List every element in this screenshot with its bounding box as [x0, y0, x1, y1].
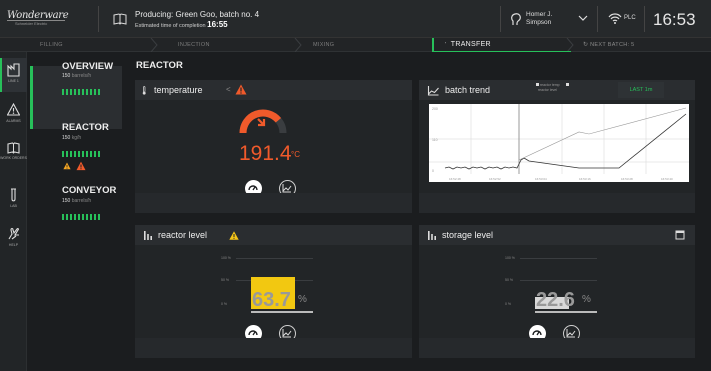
reactor-level-value: 63.7 — [252, 289, 291, 311]
process-steps: FILLING INJECTION MIXING ' TRANSFER ↻ NE… — [0, 38, 711, 52]
book-icon — [7, 142, 20, 154]
trend-legend: reactor temp reactor level — [536, 83, 570, 93]
step-filling[interactable]: FILLING — [40, 38, 63, 52]
line-icon — [7, 63, 20, 77]
trend-arrow-icon: < — [226, 85, 231, 94]
panel-title: batch trend — [445, 85, 491, 95]
trend-chart: 200 110 0 16:52:48 16:52:52 16:53:04 16:… — [429, 104, 689, 182]
divider — [644, 6, 645, 32]
unit-rate: 150 barrels/h — [62, 73, 92, 79]
warning-icon — [63, 162, 71, 170]
storage-level-panel: storage level 100 % 50 % 0 % 22.6 % — [419, 225, 695, 358]
trend-icon — [427, 86, 439, 96]
storage-level-unit: % — [582, 294, 591, 305]
level-tick: 100 % — [221, 256, 231, 260]
level-tick: 50 % — [221, 278, 229, 282]
unit-conveyor[interactable]: CONVEYOR 150 barrels/h — [28, 183, 124, 223]
level-tick: 0 % — [221, 302, 228, 306]
unit-rate: 150 barrels/h — [62, 198, 92, 204]
reactor-level-unit: % — [298, 294, 307, 305]
warning-icon — [229, 231, 239, 240]
sidebar-item-lab[interactable]: LAB — [0, 183, 27, 217]
unit-status-bars — [62, 82, 102, 95]
step-mixing[interactable]: MIXING — [313, 38, 334, 52]
unit-status-bars — [62, 144, 102, 157]
y-tick: 200 — [432, 107, 438, 111]
bar-level-icon — [428, 231, 436, 240]
range-button[interactable]: LAST 1m — [618, 82, 664, 98]
y-tick: 0 — [432, 169, 434, 173]
divider — [597, 6, 598, 32]
hmi-app: Wonderware Schneider Electric Producing:… — [0, 0, 711, 371]
logo: Wonderware Schneider Electric — [7, 10, 69, 27]
eta-time: 16:55 — [207, 20, 228, 29]
x-tick: 16:53:04 — [535, 177, 547, 181]
step-injection[interactable]: INJECTION — [178, 38, 210, 52]
plc-status: PLC — [624, 15, 636, 21]
sidebar-item-line1[interactable]: LINE 1 — [0, 58, 27, 92]
eta-label: Estimated time of completion 16:55 — [135, 20, 228, 29]
panel-title: reactor level — [158, 230, 208, 240]
book-icon[interactable] — [113, 13, 127, 25]
x-tick: 16:53:28 — [621, 177, 633, 181]
temperature-value: 191.4 — [239, 142, 292, 165]
expand-icon[interactable] — [675, 230, 685, 240]
clock: 16:53 — [653, 10, 696, 29]
producing-label: Producing: Green Goo, batch no. 4 — [135, 10, 260, 19]
gauge-arrow-icon — [257, 118, 266, 127]
chevron-right-icon — [150, 38, 158, 52]
testtube-icon — [11, 188, 16, 202]
temperature-unit: °C — [291, 150, 300, 159]
x-tick: 16:53:16 — [579, 177, 591, 181]
x-tick: 16:53:40 — [661, 177, 673, 181]
unit-status-bars — [62, 207, 102, 220]
bar-level-icon — [144, 231, 152, 240]
active-step-marker — [432, 38, 434, 52]
level-tick: 0 % — [505, 302, 512, 306]
thermometer-icon — [142, 86, 146, 95]
sidebar-item-alarms[interactable]: ALARMS — [0, 98, 27, 132]
unit-rate: 150 kg/h — [62, 135, 82, 141]
unit-overview[interactable]: OVERVIEW 150 barrels/h — [28, 58, 124, 98]
alarm-icon — [235, 84, 247, 95]
temperature-gauge — [239, 109, 287, 134]
warning-icon — [7, 103, 20, 116]
wifi-icon — [608, 13, 622, 24]
user-icon[interactable] — [510, 13, 522, 26]
alarm-icon — [76, 161, 86, 171]
unit-reactor[interactable]: REACTOR 150 kg/h — [28, 118, 124, 178]
level-tick: 100 % — [505, 256, 515, 260]
reactor-level-panel: reactor level 100 % 50 % 0 % 63.7 % — [135, 225, 412, 358]
panel-title: temperature — [154, 85, 203, 95]
chevron-down-icon[interactable] — [578, 14, 588, 22]
temperature-panel: temperature < 191.4 °C — [135, 80, 412, 213]
top-bar: Wonderware Schneider Electric Producing:… — [0, 0, 711, 38]
logo-subtext: Schneider Electric — [15, 21, 48, 26]
sidebar-item-help[interactable]: HELP — [0, 222, 27, 256]
legend-item: reactor level — [537, 88, 558, 92]
divider — [98, 6, 99, 32]
step-next-batch[interactable]: ↻ NEXT BATCH: 5 — [583, 38, 635, 52]
storage-level-value: 22.6 — [536, 289, 575, 311]
level-tick: 50 % — [505, 278, 513, 282]
x-tick: 16:52:52 — [489, 177, 501, 181]
chevron-right-icon — [294, 38, 302, 52]
user-name[interactable]: Homer J. Simpson — [526, 11, 570, 27]
active-step-underline — [434, 51, 571, 52]
x-tick: 16:52:48 — [449, 177, 461, 181]
y-tick: 110 — [432, 138, 438, 142]
panel-title: storage level — [442, 230, 494, 240]
chevron-right-icon — [566, 38, 574, 52]
step-transfer[interactable]: ' TRANSFER — [445, 38, 491, 52]
sidebar-item-work-orders[interactable]: WORK ORDERS — [0, 136, 27, 170]
page-title: REACTOR — [136, 60, 183, 71]
hand-icon — [8, 227, 19, 240]
sidebar: LINE 1 ALARMS WORK ORDERS LAB HELP — [0, 52, 27, 371]
divider — [500, 6, 501, 32]
